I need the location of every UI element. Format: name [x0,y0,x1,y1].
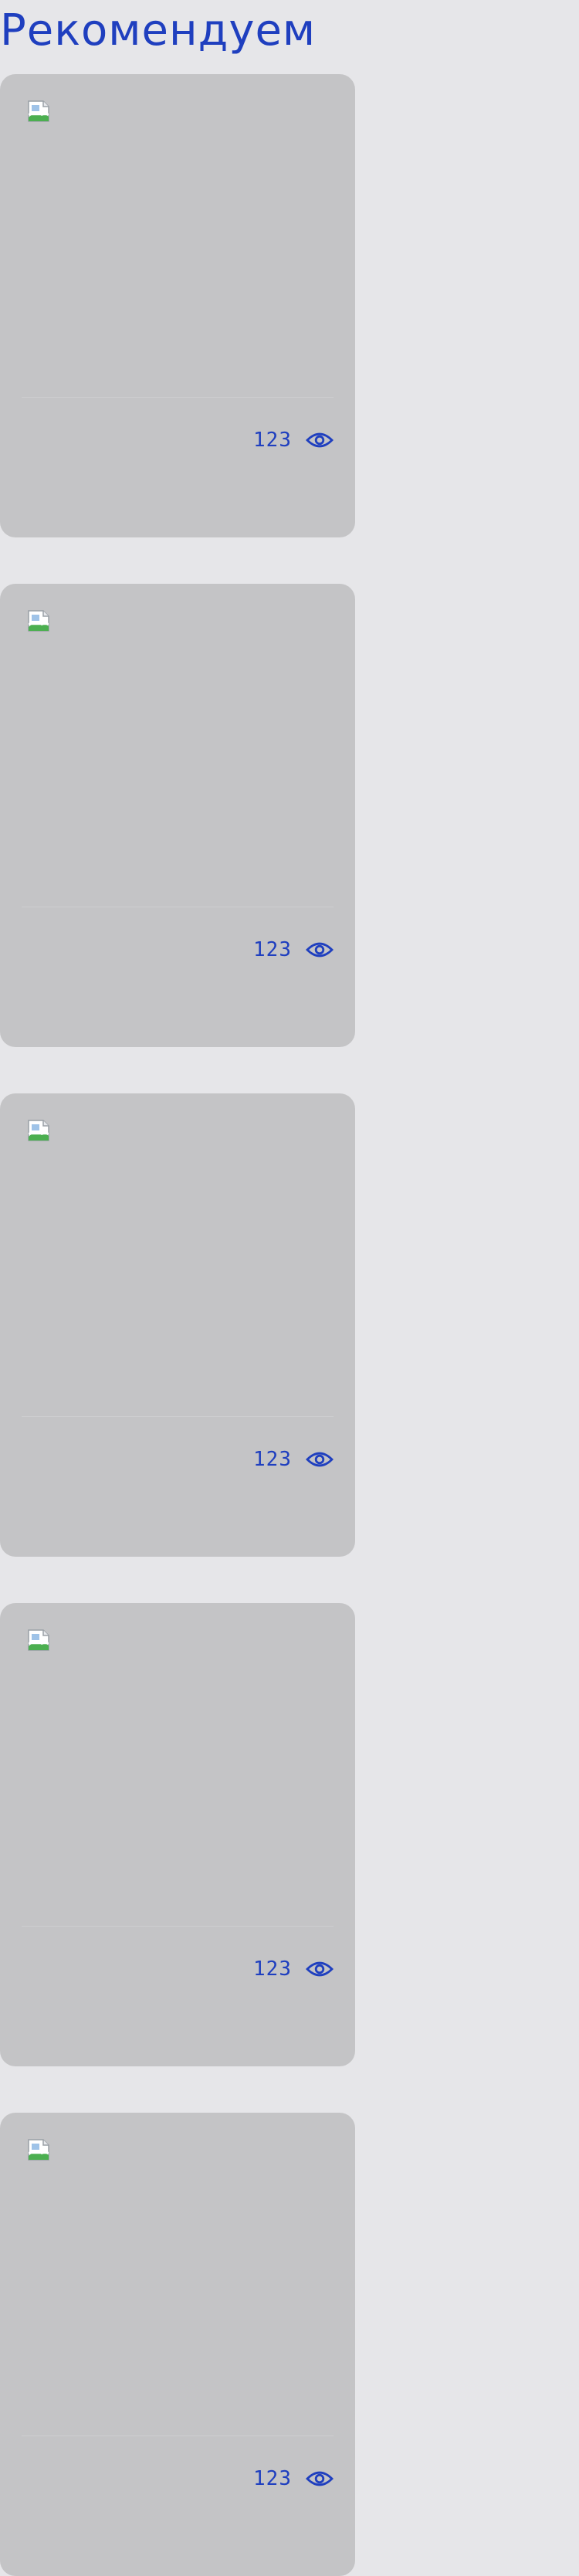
recommendation-card[interactable]: 123 [0,1603,355,2066]
eye-icon [306,1452,334,1467]
broken-image-icon [28,1120,49,1141]
eye-icon [306,2471,334,2486]
eye-icon [306,432,334,448]
views-count: 123 [253,938,292,961]
card-content: 123 [22,1625,334,2000]
broken-image-icon [28,2139,49,2161]
views-counter: 123 [253,934,334,965]
card-image[interactable] [22,605,334,907]
card-image[interactable] [22,1625,334,1927]
broken-image-icon [28,100,49,122]
card-content: 123 [22,1115,334,1490]
card-image[interactable] [22,96,334,398]
eye-icon [306,942,334,958]
views-count: 123 [253,1957,292,1981]
recommendation-card[interactable]: 123 [0,1093,355,1557]
card-content: 123 [22,605,334,981]
broken-image-icon [28,610,49,632]
card-image[interactable] [22,2134,334,2436]
views-counter: 123 [253,2463,334,2494]
recommendation-card[interactable]: 123 [0,2113,355,2576]
recommendation-card[interactable]: 123 [0,584,355,1047]
views-count: 123 [253,429,292,452]
views-counter: 123 [253,1954,334,1985]
views-count: 123 [253,1448,292,1471]
views-counter: 123 [253,425,334,456]
card-content: 123 [22,96,334,471]
eye-icon [306,1961,334,1977]
recommendation-card[interactable]: 123 [0,74,355,537]
card-image[interactable] [22,1115,334,1417]
card-content: 123 [22,2134,334,2510]
broken-image-icon [28,1629,49,1651]
views-counter: 123 [253,1444,334,1475]
section-title: Рекомендуем [0,5,317,56]
views-count: 123 [253,2467,292,2490]
